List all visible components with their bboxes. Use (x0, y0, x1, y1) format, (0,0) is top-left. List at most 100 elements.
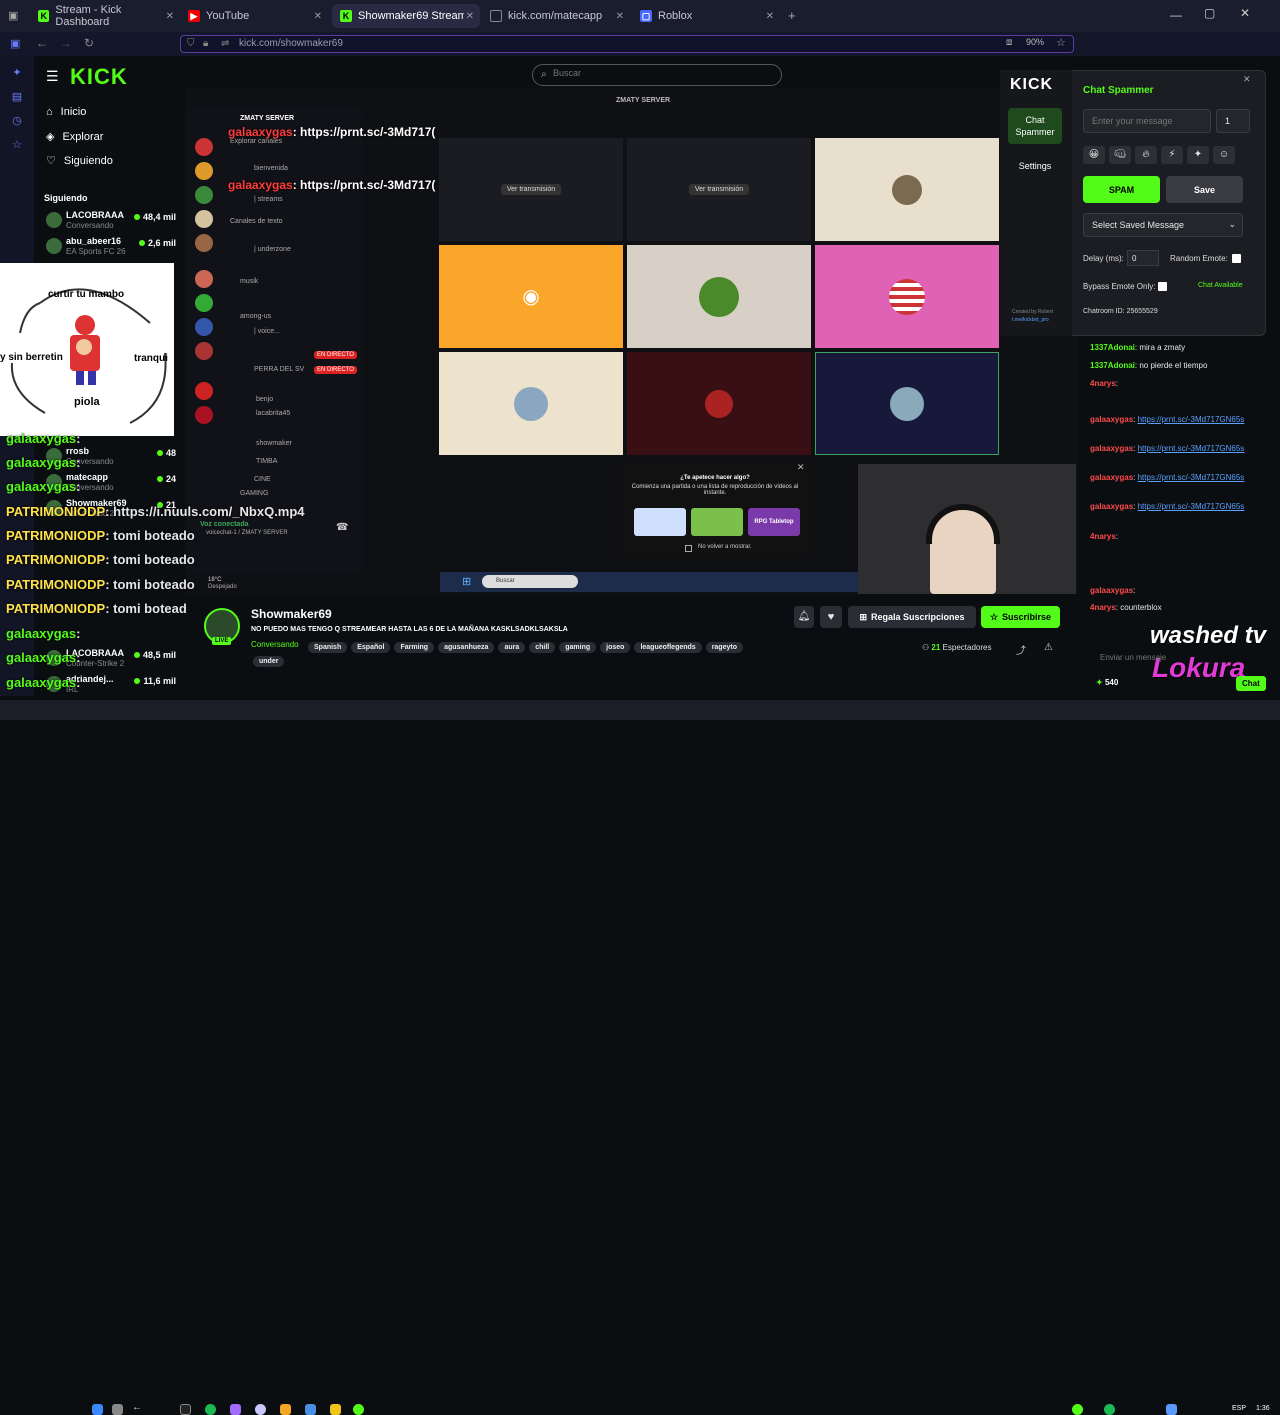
server-icon[interactable] (195, 186, 213, 204)
new-tab-button[interactable]: + (788, 8, 796, 23)
tab-roblox[interactable]: ▢ Roblox ✕ (632, 4, 780, 28)
tag[interactable]: agusanhueza (438, 642, 495, 653)
channel-item[interactable]: | underzone (254, 246, 291, 253)
server-icon[interactable] (195, 406, 213, 424)
emote-button[interactable]: ✦ (1187, 146, 1209, 164)
app-icon[interactable] (180, 1404, 191, 1415)
back-icon[interactable]: ← (132, 1402, 142, 1413)
random-emote-checkbox[interactable] (1232, 254, 1241, 263)
site-settings-icon[interactable]: ⇌ (221, 38, 229, 49)
tag[interactable]: rageyto (705, 642, 743, 653)
tag[interactable]: Farming (394, 642, 435, 653)
channel-item[interactable]: TIMBA (256, 458, 277, 465)
emote-button[interactable]: 😀︎ (1083, 146, 1105, 164)
history-icon[interactable]: ◷ (10, 114, 24, 128)
app-icon[interactable] (330, 1404, 341, 1415)
emote-button[interactable]: ☺ (1213, 146, 1235, 164)
tag[interactable]: under (253, 656, 285, 667)
channel-item[interactable]: Explorar canales (230, 138, 282, 145)
disconnect-icon[interactable]: ☎ (336, 522, 348, 533)
tab-chat-spammer[interactable]: Chat Spammer (1008, 108, 1062, 144)
tab-matecapp[interactable]: kick.com/matecapp ✕ (482, 4, 630, 28)
channel-item[interactable]: bienvenida (254, 165, 288, 172)
notification-bell-button[interactable]: 🔔︎ (794, 606, 814, 628)
channel-points[interactable]: ✦ 540 (1096, 678, 1118, 687)
server-icon[interactable] (195, 138, 213, 156)
language-indicator[interactable]: ESP (1232, 1405, 1246, 1412)
video-tile[interactable] (815, 352, 999, 455)
nav-siguiendo[interactable]: ♡ Siguiendo (46, 154, 113, 168)
server-icon[interactable] (195, 342, 213, 360)
back-icon[interactable]: ← (36, 36, 48, 50)
close-icon[interactable]: ✕ (616, 11, 624, 22)
app-icon[interactable] (305, 1404, 316, 1415)
dont-show-checkbox[interactable] (685, 545, 692, 552)
nav-inicio[interactable]: ⌂ Inicio (46, 106, 86, 118)
search-bar[interactable]: ⌕ (532, 64, 782, 86)
server-icon[interactable] (195, 270, 213, 288)
channel-item[interactable]: GAMING (240, 490, 268, 497)
search-input[interactable] (553, 68, 773, 78)
app-icon[interactable] (255, 1404, 266, 1415)
gift-subs-button[interactable]: ⊞ Regala Suscripciones (848, 606, 976, 628)
bookmark-icon[interactable]: ☆ (1056, 36, 1066, 49)
close-icon[interactable]: ✕ (1243, 74, 1251, 85)
tab-showmaker69[interactable]: K Showmaker69 Stream - Watch L ✕ (332, 4, 480, 28)
following-item[interactable]: abu_abeer16 EA Sports FC 26 2,6 mil (44, 236, 184, 260)
close-icon[interactable]: ✕ (466, 11, 474, 22)
start-icon[interactable] (92, 1404, 103, 1415)
server-icon[interactable] (195, 318, 213, 336)
server-icon[interactable] (195, 162, 213, 180)
spam-button[interactable]: SPAM (1083, 176, 1160, 203)
activity-card[interactable] (691, 508, 743, 536)
sidebar-toggle-icon[interactable]: ▣ (10, 37, 20, 50)
tag[interactable]: aura (498, 642, 526, 653)
video-tile[interactable]: Ver transmisión (439, 138, 623, 241)
explorer-icon[interactable] (112, 1404, 123, 1415)
server-icon[interactable] (195, 382, 213, 400)
repeat-count-stepper[interactable]: 1 (1216, 109, 1250, 133)
video-tile[interactable] (627, 245, 811, 348)
member-item[interactable]: lacabrita45 (256, 410, 290, 417)
tag[interactable]: chill (529, 642, 556, 653)
view-stream-button[interactable]: Ver transmisión (688, 184, 750, 195)
chat-input[interactable] (1088, 648, 1268, 666)
channel-item[interactable]: | voice... (254, 328, 280, 335)
message-input[interactable] (1083, 109, 1211, 133)
tray-icon[interactable] (1072, 1404, 1083, 1415)
activity-card[interactable] (634, 508, 686, 536)
close-icon[interactable]: ✕ (166, 11, 174, 22)
chat-send-button[interactable]: Chat (1236, 676, 1266, 691)
tag[interactable]: gaming (559, 642, 597, 653)
server-icon[interactable] (195, 234, 213, 252)
member-item[interactable]: PERRA DEL SV (254, 366, 304, 373)
app-icon[interactable] (353, 1404, 364, 1415)
shield-icon[interactable]: ⛉ (187, 38, 195, 49)
emote-button[interactable]: ⚡︎ (1161, 146, 1183, 164)
clock[interactable]: 1:36 (1256, 1405, 1270, 1412)
close-icon[interactable]: ✕ (797, 462, 805, 473)
pinboard-icon[interactable]: ☆ (10, 138, 24, 152)
channel-item[interactable]: | streams (254, 196, 283, 203)
credit-link[interactable]: t.me/kickbot_pro (1012, 317, 1049, 323)
streamer-name[interactable]: Showmaker69 (251, 607, 332, 621)
app-icon[interactable] (230, 1404, 241, 1415)
app-icon[interactable] (280, 1404, 291, 1415)
forward-icon[interactable]: → (60, 36, 72, 50)
close-icon[interactable]: ✕ (766, 11, 774, 22)
tag[interactable]: leagueoflegends (634, 642, 702, 653)
menu-icon[interactable]: ☰ (46, 68, 59, 85)
server-icon[interactable] (195, 210, 213, 228)
close-icon[interactable]: ✕ (314, 11, 322, 22)
tray-icon[interactable] (1104, 1404, 1115, 1415)
video-tile[interactable] (815, 245, 999, 348)
delay-input[interactable]: 0 (1127, 250, 1159, 266)
workspaces-icon[interactable]: ▣ (8, 9, 18, 22)
channel-item[interactable]: CINE (254, 476, 271, 483)
reload-icon[interactable]: ↻ (84, 36, 94, 50)
channel-item[interactable]: among-us (240, 313, 271, 320)
member-item[interactable]: showmaker (256, 440, 292, 447)
screenshot-icon[interactable]: ⧈ (1006, 37, 1012, 48)
video-tile[interactable]: Ver transmisión (627, 138, 811, 241)
messenger-icon[interactable]: ▤ (10, 90, 24, 104)
